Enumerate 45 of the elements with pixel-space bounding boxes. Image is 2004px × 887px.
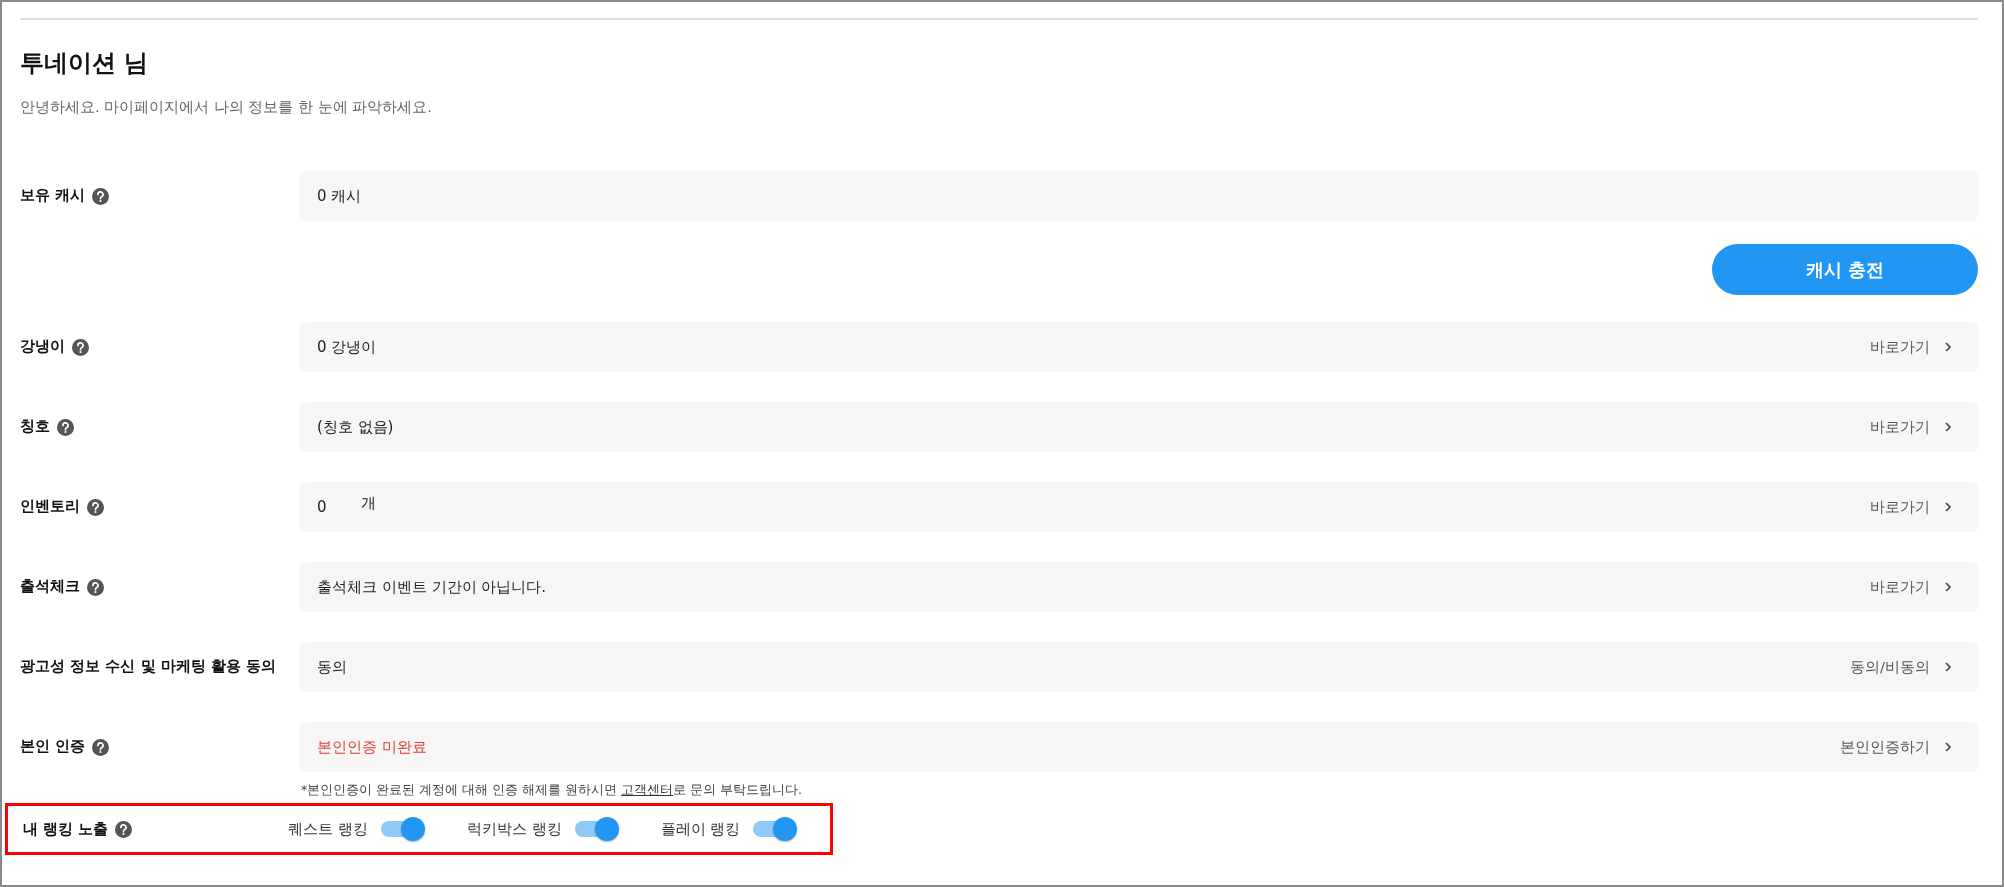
shortcut-link[interactable]: 바로가기 <box>1870 417 1952 437</box>
toggle-switch[interactable] <box>574 817 619 841</box>
chevron-right-icon <box>1944 501 1952 513</box>
field-label: 보유 캐시 <box>20 187 86 205</box>
field-value: 동의 <box>317 657 347 677</box>
toggle-label: 퀘스트 랭킹 <box>288 819 368 839</box>
field-value: 0 강냉이 <box>317 337 377 357</box>
field-value: 0 <box>317 498 327 516</box>
note-text: *본인인증이 완료된 계정에 대해 인증 해제를 원하시면 고객센터 로 문의 부탁드립니다. <box>301 782 803 799</box>
help-icon[interactable] <box>72 338 89 356</box>
support-link[interactable]: 고객센터 <box>621 782 674 797</box>
chevron-right-icon <box>1944 741 1952 753</box>
help-icon[interactable] <box>57 418 74 436</box>
chevron-right-icon <box>1944 341 1952 353</box>
toggle-label: 플레이 랭킹 <box>660 819 741 839</box>
field-label: 광고성 정보 수신 및 마케팅 활용 동의 <box>20 658 277 676</box>
help-icon[interactable] <box>87 578 104 596</box>
shortcut-link[interactable]: 본인인증하기 <box>1840 737 1952 757</box>
field-value: 출석체크 이벤트 기간이 아닙니다. <box>317 577 547 597</box>
page-title: 투네이션 님 <box>20 48 150 79</box>
welcome-text: 안녕하세요. 마이페이지에서 나의 정보를 한 눈에 파악하세요. <box>20 98 433 117</box>
field-value: (칭호 없음) <box>317 417 394 437</box>
field-label: 출석체크 <box>20 578 80 596</box>
help-icon[interactable] <box>87 498 104 516</box>
toggle-switch[interactable] <box>380 817 425 841</box>
shortcut-link[interactable]: 바로가기 <box>1870 337 1952 357</box>
shortcut-link[interactable]: 동의/비동의 <box>1850 657 1952 677</box>
field-label: 인벤토리 <box>20 498 80 516</box>
toggle-label: 럭키박스 랭킹 <box>466 819 562 839</box>
chevron-right-icon <box>1944 661 1952 673</box>
field-label: 본인 인증 <box>20 738 86 756</box>
field-value: 본인인증 미완료 <box>317 737 427 757</box>
unit-text: 개 <box>360 493 376 513</box>
toggle-switch[interactable] <box>753 817 798 841</box>
field-label: 강냉이 <box>20 338 65 356</box>
field-label: 칭호 <box>20 418 50 436</box>
chevron-right-icon <box>1944 421 1952 433</box>
field-value: 0 캐시 <box>317 186 362 206</box>
help-icon[interactable] <box>92 187 110 205</box>
field-label: 내 랭킹 노출 <box>23 819 109 839</box>
help-icon[interactable] <box>115 820 133 838</box>
chevron-right-icon <box>1944 581 1952 593</box>
shortcut-link[interactable]: 바로가기 <box>1870 577 1952 597</box>
help-icon[interactable] <box>92 738 110 756</box>
shortcut-link[interactable]: 바로가기 <box>1870 497 1952 517</box>
